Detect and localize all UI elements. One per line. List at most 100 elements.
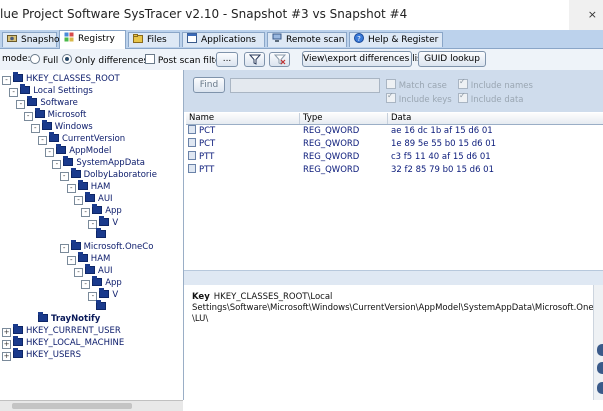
- post-scan-filter-checkbox[interactable]: Post scan filter: [145, 54, 224, 66]
- tree-node-label: HAM: [90, 254, 111, 264]
- detail-path-line1: HKEY_CLASSES_ROOT\Local: [213, 292, 333, 302]
- tree-node[interactable]: - DolbyLaboratorie: [59, 168, 157, 181]
- title-bar: lue Project Software SysTracer v2.10 - S…: [0, 0, 603, 30]
- side-action-icon[interactable]: [597, 344, 603, 356]
- tab-snapshots[interactable]: Snapshots: [2, 32, 68, 47]
- tree-node[interactable]: [95, 228, 109, 241]
- tab-applications[interactable]: Applications: [182, 32, 265, 47]
- include-keys-option[interactable]: Include keys: [386, 91, 452, 105]
- tree-node[interactable]: -V: [88, 288, 118, 301]
- checkbox[interactable]: [145, 54, 155, 64]
- cell-name: PCT: [188, 125, 215, 137]
- collapse-icon[interactable]: -: [2, 76, 11, 85]
- collapse-icon[interactable]: -: [45, 148, 55, 157]
- side-action-icon[interactable]: [597, 362, 603, 374]
- find-input[interactable]: [230, 78, 380, 93]
- checkbox-checked[interactable]: [458, 91, 468, 103]
- collapse-icon[interactable]: -: [74, 268, 83, 277]
- window-controls[interactable]: ×: [569, 0, 603, 30]
- collapse-icon[interactable]: -: [66, 184, 76, 193]
- collapse-icon[interactable]: -: [66, 256, 76, 265]
- checkbox-checked[interactable]: [458, 77, 468, 89]
- find-button[interactable]: Find: [193, 77, 225, 93]
- tree-node[interactable]: - CurrentVersion: [38, 132, 125, 145]
- registry-tree[interactable]: - HKEY_CLASSES_ROOT - Local Settings - Softwa…: [0, 70, 184, 400]
- tree-horizontal-scrollbar[interactable]: [0, 400, 183, 411]
- tree-node-label: App: [105, 206, 122, 216]
- column-name-header[interactable]: Name: [186, 113, 300, 124]
- filter-icon: [248, 54, 261, 68]
- collapse-icon[interactable]: -: [59, 244, 69, 253]
- include-keys-label: Include keys: [398, 95, 452, 105]
- radio-on[interactable]: [62, 54, 72, 64]
- pane-splitter[interactable]: [184, 270, 603, 286]
- include-data-option[interactable]: Include data: [458, 91, 524, 105]
- folder-icon: [95, 228, 106, 238]
- expand-icon[interactable]: +: [2, 328, 11, 337]
- collapse-icon[interactable]: -: [23, 112, 33, 121]
- collapse-icon[interactable]: -: [52, 160, 62, 169]
- guid-lookup-button[interactable]: GUID lookup: [418, 51, 486, 67]
- tree-node[interactable]: + HKEY_USERS: [2, 348, 81, 361]
- collapse-icon[interactable]: -: [16, 100, 26, 109]
- table-row[interactable]: PCT REG_QWORD ae 16 dc 1b af 15 d6 01: [186, 125, 603, 137]
- folder-icon: [13, 72, 23, 82]
- tree-node[interactable]: -V: [88, 216, 118, 229]
- folder-icon: [27, 96, 38, 106]
- collapse-icon[interactable]: -: [30, 124, 40, 133]
- scrollbar-thumb[interactable]: [12, 403, 132, 409]
- expand-icon[interactable]: +: [2, 340, 11, 349]
- folder-icon: [70, 168, 81, 178]
- cell-name-label: PCT: [199, 126, 216, 136]
- table-row[interactable]: PTT REG_QWORD c3 f5 11 40 af 15 d6 01: [186, 151, 603, 163]
- tree-node-label: HKEY_CURRENT_USER: [26, 326, 121, 336]
- filter-options-button[interactable]: ...: [216, 52, 238, 67]
- checkbox[interactable]: [386, 79, 396, 89]
- mode-only-differences-radio[interactable]: Only differences: [62, 54, 148, 66]
- side-action-icon[interactable]: [597, 382, 603, 394]
- folder-icon: [85, 264, 95, 274]
- tab-files[interactable]: Files: [128, 32, 180, 47]
- column-data-header[interactable]: Data: [388, 113, 603, 124]
- expand-icon[interactable]: +: [2, 352, 11, 361]
- view-export-differences-button[interactable]: View\export differences list: [302, 51, 425, 67]
- cell-data: c3 f5 11 40 af 15 d6 01: [391, 152, 491, 162]
- clear-filter-button[interactable]: [269, 52, 290, 67]
- tab-registry[interactable]: Registry: [59, 30, 126, 49]
- tree-node[interactable]: + HKEY_LOCAL_MACHINE: [2, 336, 125, 349]
- table-row[interactable]: PTT REG_QWORD 32 f2 85 79 b0 15 d6 01: [186, 164, 603, 176]
- collapse-icon[interactable]: -: [74, 196, 83, 205]
- collapse-icon[interactable]: -: [81, 280, 91, 289]
- radio-off[interactable]: [30, 54, 40, 64]
- apply-filter-button[interactable]: [244, 52, 265, 67]
- tree-node[interactable]: - Local Settings: [9, 84, 93, 97]
- table-row[interactable]: PCT REG_QWORD 1e 89 5e 55 b0 15 d6 01: [186, 138, 603, 150]
- tab-remote-scan[interactable]: Remote scan: [267, 32, 347, 47]
- collapse-icon[interactable]: -: [9, 88, 19, 97]
- match-case-option[interactable]: Match case: [386, 79, 447, 91]
- tree-node[interactable]: - Microsoft: [23, 108, 86, 121]
- mode-full-label: Full: [42, 56, 59, 66]
- tree-node[interactable]: - AppModel: [45, 144, 111, 157]
- tree-node[interactable]: - Windows: [30, 120, 93, 133]
- tree-node[interactable]: [95, 300, 109, 313]
- include-names-option[interactable]: Include names: [458, 77, 533, 91]
- collapse-icon[interactable]: -: [59, 172, 69, 181]
- tree-node[interactable]: TrayNotify: [38, 312, 100, 325]
- tab-help-register[interactable]: ? Help & Register: [349, 32, 443, 47]
- folder-icon: [133, 33, 143, 43]
- tree-node[interactable]: - Microsoft.OneCo: [59, 240, 153, 253]
- collapse-icon[interactable]: -: [38, 136, 47, 145]
- mode-full-radio[interactable]: Full: [30, 54, 58, 66]
- clear-filter-icon: [273, 54, 286, 68]
- tree-node[interactable]: - SystemAppData: [52, 156, 145, 169]
- cell-type: REG_QWORD: [303, 152, 360, 162]
- checkbox-checked[interactable]: [386, 91, 396, 103]
- tree-node[interactable]: + HKEY_CURRENT_USER: [2, 324, 121, 337]
- tree-node[interactable]: - Software: [16, 96, 78, 109]
- column-type-header[interactable]: Type: [300, 113, 388, 124]
- collapse-icon[interactable]: -: [81, 208, 91, 217]
- tree-node-label: HKEY_LOCAL_MACHINE: [26, 338, 125, 348]
- close-icon[interactable]: ×: [588, 8, 597, 21]
- cell-name-label: PCT: [199, 139, 216, 149]
